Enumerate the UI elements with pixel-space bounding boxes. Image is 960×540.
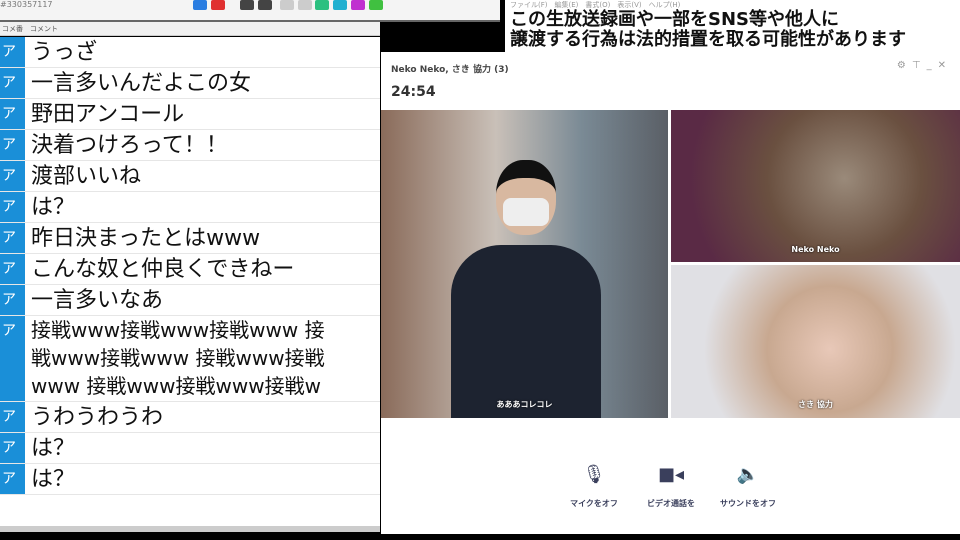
comment-text: うっざ [31, 40, 98, 65]
horizontal-scrollbar[interactable] [0, 526, 380, 532]
video-camera-icon: ■◂ [657, 464, 685, 485]
toolbar-button[interactable] [369, 0, 383, 10]
comment-row[interactable]: ア一言多いなあ [0, 285, 380, 316]
video-button[interactable]: ■◂ ビデオ通話を [641, 464, 701, 509]
toolbar-button[interactable] [298, 0, 312, 10]
toolbar-button[interactable] [211, 0, 225, 10]
toolbar-button[interactable] [193, 0, 207, 10]
comment-text: 決着つけろって！！ [31, 133, 228, 158]
toolbar-button[interactable] [351, 0, 365, 10]
comment-text: こんな奴と仲良くできねー [31, 257, 295, 282]
video-tile[interactable]: さき 協力 [671, 265, 960, 418]
comment-row[interactable]: ア昨日決まったとはwww [0, 223, 380, 254]
comment-marker: ア [0, 402, 25, 432]
comment-line: 戦www接戦www 接戦www接戦 [31, 346, 325, 370]
comment-list-header: コメ番 コメント [0, 22, 380, 36]
comment-row[interactable]: アは？ [0, 433, 380, 464]
toolbar-button[interactable] [280, 0, 294, 10]
toolbar-button[interactable] [240, 0, 254, 10]
comment-text: 野田アンコール [31, 102, 185, 127]
video-tile[interactable]: あああコレコレ [381, 110, 668, 418]
sound-label: サウンドをオフ [720, 499, 776, 508]
comment-marker: ア [0, 285, 25, 315]
video-tile[interactable]: Neko Neko [671, 110, 960, 262]
speaker-icon: 🔈 [736, 464, 760, 485]
call-timer: 24:54 [391, 84, 436, 100]
comment-row[interactable]: アこんな奴と仲良くできねー [0, 254, 380, 285]
participant-video [451, 160, 601, 418]
comment-text: 昨日決まったとはwww [31, 226, 261, 251]
comment-marker: ア [0, 223, 25, 253]
comment-row[interactable]: ア野田アンコール [0, 99, 380, 130]
comment-list[interactable]: アうっざア一言多いんだよこの女ア野田アンコールア決着つけろって！！ア渡部いいねア… [0, 37, 380, 530]
call-title: Neko Neko, さき 協力 (3) [391, 65, 509, 75]
column-comment[interactable]: コメント [30, 24, 58, 34]
comment-marker: ア [0, 161, 25, 191]
toolbar-button[interactable] [333, 0, 347, 10]
comment-marker: ア [0, 99, 25, 129]
comment-marker: ア [0, 37, 25, 67]
comment-marker: ア [0, 316, 25, 401]
comment-marker: ア [0, 254, 25, 284]
comment-marker: ア [0, 130, 25, 160]
comment-marker: ア [0, 192, 25, 222]
notice-line: この生放送録画や一部をSNS等や他人に [510, 9, 839, 30]
comment-row[interactable]: アは？ [0, 464, 380, 495]
comment-line: 接戦www接戦www接戦www 接 [31, 318, 325, 342]
comment-row[interactable]: アうわうわうわ [0, 402, 380, 433]
close-icon[interactable]: ✕ [938, 60, 952, 71]
comment-text: 一言多いんだよこの女 [31, 71, 252, 96]
comment-row[interactable]: アうっざ [0, 37, 380, 68]
participant-name: Neko Neko [791, 245, 840, 254]
call-window: Neko Neko, さき 協力 (3) ⚙⊤_✕ 24:54 あああコレコレ … [381, 52, 960, 534]
comment-marker: ア [0, 464, 25, 494]
comment-text: うわうわうわ [31, 405, 164, 430]
toolbar-button[interactable] [315, 0, 329, 10]
comment-text: 一言多いなあ [31, 288, 164, 313]
comment-row[interactable]: ア渡部いいね [0, 161, 380, 192]
comment-row[interactable]: ア接戦www接戦www接戦www 接戦www接戦www 接戦www接戦 www 接… [0, 316, 380, 402]
comment-row[interactable]: アは？ [0, 192, 380, 223]
sound-button[interactable]: 🔈 サウンドをオフ [718, 464, 778, 509]
comment-text: は？ [31, 436, 76, 461]
mic-button[interactable]: 🎙 マイクをオフ [564, 464, 624, 509]
comment-line: www 接戦www接戦www接戦w [31, 374, 321, 398]
column-number[interactable]: コメ番 [2, 24, 23, 34]
comment-text: 渡部いいね [31, 164, 142, 189]
participant-name: さき 協力 [798, 400, 833, 409]
comment-row[interactable]: ア決着つけろって！！ [0, 130, 380, 161]
comment-text: 接戦www接戦www接戦www 接戦www接戦www 接戦www接戦 www 接戦… [25, 316, 325, 401]
broadcast-id: #330357117 [0, 0, 53, 9]
mic-label: マイクをオフ [570, 499, 618, 508]
notice-line: 譲渡する行為は法的措置を取る可能性があります [510, 29, 906, 50]
toolbar: #330357117 [0, 0, 500, 22]
video-label: ビデオ通話を [647, 499, 695, 508]
comment-text: は？ [31, 195, 76, 220]
minimize-icon[interactable]: _ [927, 60, 938, 71]
window-controls: ⚙⊤_✕ [897, 60, 952, 71]
toolbar-button[interactable] [258, 0, 272, 10]
microphone-icon: 🎙 [582, 464, 606, 485]
settings-icon[interactable]: ⚙ [897, 60, 912, 71]
notice-text: この生放送録画や一部をSNS等や他人に 譲渡する行為は法的措置を取る可能性があり… [505, 10, 960, 52]
participant-name: あああコレコレ [496, 400, 553, 409]
comment-row[interactable]: ア一言多いんだよこの女 [0, 68, 380, 99]
pin-icon[interactable]: ⊤ [912, 60, 927, 71]
comment-marker: ア [0, 433, 25, 463]
comment-text: は？ [31, 467, 76, 492]
comment-marker: ア [0, 68, 25, 98]
